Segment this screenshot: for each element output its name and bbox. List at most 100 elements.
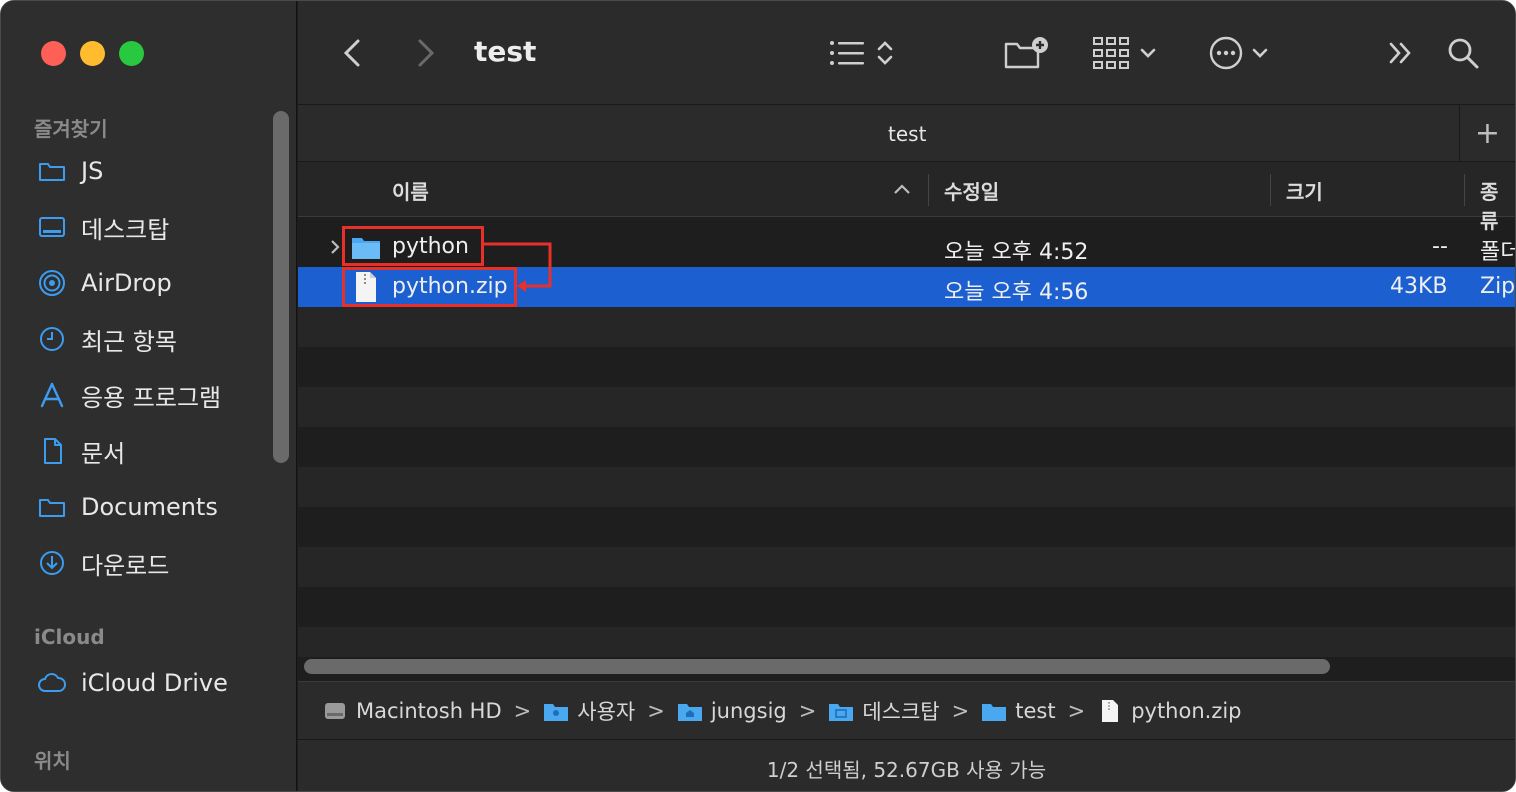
grid-view-icon [1093, 37, 1129, 69]
breadcrumb-separator: > [513, 699, 532, 723]
tab-bar: test + [298, 104, 1515, 162]
hard-drive-icon [325, 703, 345, 719]
column-header: 이름 수정일 크기 종류 [298, 161, 1515, 233]
table-row-empty [298, 627, 1515, 657]
breadcrumb-separator: > [798, 699, 817, 723]
table-row-empty [298, 467, 1515, 507]
breadcrumb-item[interactable]: Macintosh HD [356, 699, 502, 723]
new-folder-icon [1004, 37, 1048, 69]
finder-window: 즐겨찾기 JS 데스크탑 AirDrop 최근 항목 응용 프로그램 문서 Do… [0, 0, 1516, 792]
tab-test[interactable]: test [888, 122, 926, 146]
minimize-button[interactable] [80, 41, 105, 66]
airdrop-icon [39, 270, 65, 296]
view-list-button[interactable] [828, 31, 896, 75]
desktop-icon [39, 217, 65, 237]
file-modified: 오늘 오후 4:52 [944, 240, 1089, 265]
sidebar-item-label: 데스크탑 [81, 215, 170, 244]
forward-button[interactable] [412, 31, 440, 75]
annotation-box-python [342, 226, 484, 266]
group-button[interactable] [1092, 31, 1158, 75]
more-toolbar-button[interactable] [1386, 31, 1416, 75]
search-icon [1448, 38, 1479, 69]
sidebar-item-label: 응용 프로그램 [81, 383, 222, 412]
users-folder-icon [544, 704, 569, 721]
path-bar: Macintosh HD > 사용자 > jungsig > 데스크탑 > te… [298, 681, 1515, 739]
window-title: test [474, 35, 537, 68]
sidebar-item-label: JS [81, 157, 104, 185]
chevron-updown-icon [877, 41, 893, 65]
column-name[interactable]: 이름 [392, 176, 429, 205]
applications-icon [40, 382, 64, 408]
back-button[interactable] [338, 31, 366, 75]
sidebar-section-favorites: 즐겨찾기 [34, 117, 108, 141]
column-separator[interactable] [1464, 174, 1465, 206]
folder-icon [982, 704, 1007, 721]
home-folder-icon [677, 704, 702, 721]
sidebar-item-downloads[interactable]: 다운로드 [37, 541, 277, 585]
close-button[interactable] [41, 41, 66, 66]
sidebar-item-docs-kr[interactable]: 문서 [37, 429, 277, 473]
sidebar-item-label: Documents [81, 493, 218, 521]
disclosure-triangle-icon[interactable] [328, 238, 342, 256]
sidebar-item-js[interactable]: JS [37, 149, 277, 193]
breadcrumb-separator: > [1067, 699, 1086, 723]
sidebar-item-applications[interactable]: 응용 프로그램 [37, 373, 277, 417]
table-row-empty [298, 307, 1515, 347]
table-row-empty [298, 387, 1515, 427]
main-pane: test test + 이름 수정일 크기 종류 python 오늘 오후 4:… [298, 1, 1516, 791]
new-tab-button[interactable]: + [1459, 105, 1515, 162]
new-folder-button[interactable] [1004, 31, 1050, 75]
sidebar-item-airdrop[interactable]: AirDrop [37, 261, 277, 305]
annotation-arrow [484, 242, 552, 292]
file-size: -- [1432, 234, 1448, 259]
zoom-button[interactable] [119, 41, 144, 66]
action-button[interactable] [1208, 31, 1270, 75]
file-kind: Zip [1480, 274, 1516, 299]
breadcrumb-item[interactable]: 사용자 [577, 696, 635, 726]
cloud-icon [38, 673, 66, 692]
status-text: 1/2 선택됨, 52.67GB 사용 가능 [766, 758, 1047, 782]
sort-ascending-icon [894, 184, 910, 194]
breadcrumb-item[interactable]: jungsig [711, 699, 787, 723]
toolbar: test [298, 1, 1515, 104]
breadcrumb-item[interactable]: python.zip [1131, 699, 1241, 723]
column-size[interactable]: 크기 [1286, 176, 1323, 205]
sidebar-item-icloud-drive[interactable]: iCloud Drive [37, 661, 277, 705]
folder-icon [39, 499, 65, 517]
zip-file-icon [1102, 700, 1119, 722]
breadcrumb-separator: > [647, 699, 665, 723]
sidebar: 즐겨찾기 JS 데스크탑 AirDrop 최근 항목 응용 프로그램 문서 Do… [1, 1, 297, 791]
search-button[interactable] [1446, 31, 1480, 75]
status-bar: 1/2 선택됨, 52.67GB 사용 가능 [298, 739, 1515, 791]
file-kind: 폴더 [1480, 240, 1515, 265]
sidebar-scrollbar[interactable] [273, 111, 289, 463]
chevron-down-icon [1252, 48, 1268, 58]
folder-icon [39, 163, 65, 181]
clock-icon [40, 327, 64, 351]
sidebar-item-label: iCloud Drive [81, 669, 228, 697]
horizontal-scrollbar[interactable] [304, 659, 1330, 674]
breadcrumb-separator: > [951, 699, 970, 723]
file-modified: 오늘 오후 4:56 [944, 280, 1089, 305]
sidebar-section-icloud: iCloud [34, 625, 105, 649]
chevron-left-icon [343, 39, 360, 67]
sidebar-item-documents[interactable]: Documents [37, 485, 277, 529]
sidebar-item-recents[interactable]: 최근 항목 [37, 317, 277, 361]
chevron-double-right-icon [1389, 42, 1411, 64]
column-separator[interactable] [1270, 174, 1271, 206]
breadcrumb: Macintosh HD > 사용자 > jungsig > 데스크탑 > te… [322, 696, 1242, 726]
list-view-icon [830, 41, 864, 65]
sidebar-item-label: 최근 항목 [81, 327, 177, 356]
column-modified[interactable]: 수정일 [944, 176, 999, 205]
column-separator[interactable] [928, 174, 929, 206]
window-controls [41, 41, 144, 66]
sidebar-section-locations: 위치 [34, 749, 71, 773]
table-row-empty [298, 547, 1515, 587]
sidebar-item-desktop[interactable]: 데스크탑 [37, 205, 277, 249]
download-icon [40, 551, 64, 575]
chevron-down-icon [1140, 48, 1156, 58]
breadcrumb-item[interactable]: 데스크탑 [862, 696, 939, 726]
document-icon [44, 438, 62, 464]
breadcrumb-item[interactable]: test [1015, 699, 1055, 723]
sidebar-item-label: 다운로드 [81, 551, 170, 580]
